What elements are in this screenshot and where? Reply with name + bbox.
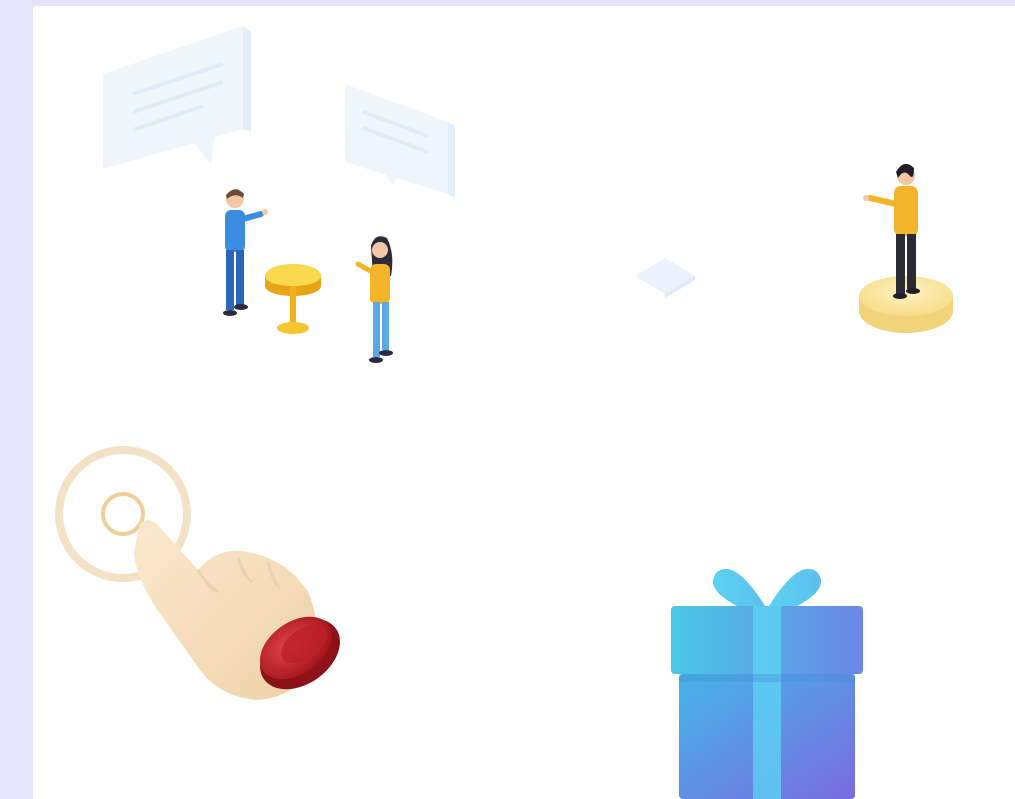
diamond-tile-icon bbox=[633, 254, 697, 298]
presenter-on-podium-icon bbox=[848, 156, 968, 346]
content-panel bbox=[33, 6, 1015, 799]
conversation-people-icon bbox=[93, 14, 493, 384]
gift-box-icon bbox=[665, 554, 870, 799]
finger-press-button-icon bbox=[48, 442, 348, 722]
window-frame bbox=[0, 0, 1015, 799]
